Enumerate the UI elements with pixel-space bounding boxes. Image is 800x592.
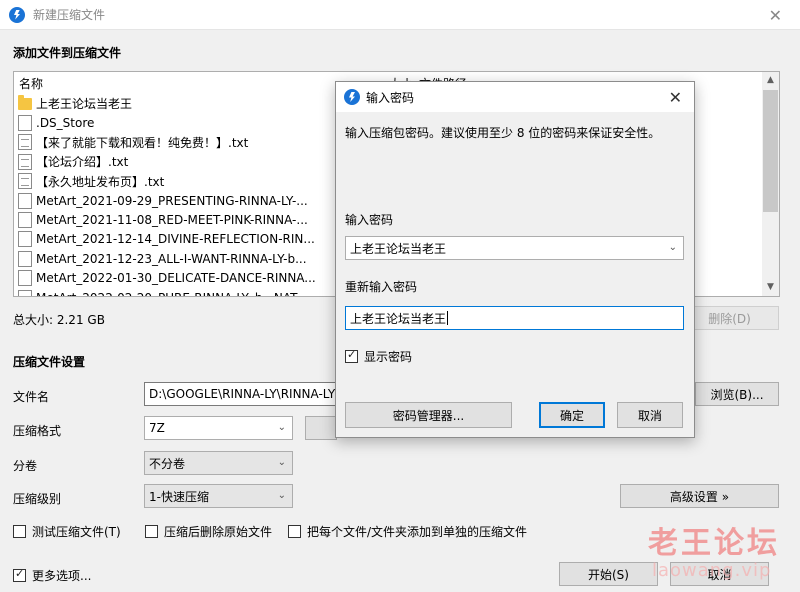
text-file-icon: [18, 173, 32, 190]
close-icon[interactable]: ✕: [669, 88, 682, 107]
chevron-down-icon: ⌄: [277, 422, 286, 433]
file-name: 【来了就能下载和观看！纯免费！】.txt: [36, 135, 249, 150]
password-value: 上老王论坛当老王: [350, 241, 447, 256]
split-label: 分卷: [13, 459, 38, 473]
level-select[interactable]: 1-快速压缩 ⌄: [144, 484, 293, 508]
split-value: 不分卷: [149, 456, 186, 471]
total-size: 总大小: 2.21 GB: [13, 313, 105, 327]
test-archive-checkbox[interactable]: 测试压缩文件(T): [13, 523, 121, 540]
file-name: 上老王论坛当老王: [36, 97, 133, 112]
start-button[interactable]: 开始(S): [559, 562, 658, 586]
checkbox-checked-icon: [13, 567, 26, 582]
file-icon: [18, 270, 32, 287]
file-name: MetArt_2021-09-29_PRESENTING-RINNA-LY-..…: [36, 193, 308, 208]
format-label: 压缩格式: [13, 424, 62, 438]
scroll-thumb[interactable]: [763, 90, 778, 212]
file-icon: [18, 250, 32, 267]
bandizip-app-icon: [9, 6, 25, 23]
more-options-checkbox[interactable]: 更多选项...: [13, 567, 91, 584]
file-name: MetArt_2021-11-08_RED-MEET-PINK-RINNA-..…: [36, 213, 308, 228]
advanced-settings-button[interactable]: 高级设置 »: [620, 484, 779, 508]
scroll-down-icon[interactable]: ▼: [762, 279, 779, 296]
file-name: 【永久地址发布页】.txt: [36, 174, 165, 189]
password-label: 输入密码: [345, 213, 394, 227]
file-icon: [18, 192, 32, 209]
watermark-logo: 老王论坛: [648, 526, 780, 561]
delete-after-label: 压缩后删除原始文件: [164, 525, 273, 539]
password-hint: 输入压缩包密码。建议使用至少 8 位的密码来保证安全性。: [345, 126, 661, 140]
format-value: 7Z: [149, 421, 165, 435]
chevron-down-icon: ⌄: [277, 490, 286, 501]
settings-heading: 压缩文件设置: [13, 355, 86, 369]
file-name: 【论坛介绍】.txt: [36, 155, 129, 170]
checkbox-checked-icon: [345, 348, 358, 363]
delete-after-checkbox[interactable]: 压缩后删除原始文件: [145, 523, 272, 540]
text-file-icon: [18, 134, 32, 151]
level-value: 1-快速压缩: [149, 489, 209, 504]
file-icon: [18, 115, 32, 132]
text-caret: [447, 311, 449, 325]
scroll-up-icon[interactable]: ▲: [762, 72, 779, 89]
show-password-label: 显示密码: [364, 350, 413, 364]
file-name: MetArt_2021-12-23_ALL-I-WANT-RINNA-LY-b.…: [36, 251, 307, 266]
password-dialog-titlebar: 输入密码 ✕: [336, 82, 694, 112]
title-bar: 新建压缩文件 ✕: [0, 0, 800, 30]
watermark-url: laowang.vip: [652, 560, 772, 581]
ok-button[interactable]: 确定: [539, 402, 605, 428]
level-label: 压缩级别: [13, 492, 62, 506]
checkbox-icon: [145, 525, 158, 538]
file-name: MetArt_2022-02-20_PURE-RINNA-LY_b...NAT: [36, 291, 297, 296]
filename-label: 文件名: [13, 390, 50, 404]
file-icon: [18, 289, 32, 296]
file-icon: [18, 212, 32, 229]
file-name: MetArt_2022-01-30_DELICATE-DANCE-RINNA..…: [36, 271, 316, 286]
checkbox-icon: [13, 525, 26, 538]
test-archive-label: 测试压缩文件(T): [32, 525, 121, 539]
confirm-password-input[interactable]: 上老王论坛当老王: [345, 306, 684, 330]
format-select[interactable]: 7Z ⌄: [144, 416, 293, 440]
confirm-password-value: 上老王论坛当老王: [350, 311, 447, 326]
bandizip-app-icon: [344, 89, 360, 105]
column-name-header[interactable]: 名称: [19, 75, 43, 92]
window-title: 新建压缩文件: [33, 8, 106, 22]
file-name: MetArt_2021-12-14_DIVINE-REFLECTION-RIN.…: [36, 232, 315, 247]
filename-input[interactable]: D:\GOOGLE\RINNA-LY\RINNA-LY: [144, 382, 340, 406]
close-icon[interactable]: ✕: [769, 6, 782, 25]
more-options-label: 更多选项...: [32, 569, 92, 583]
separate-archives-checkbox[interactable]: 把每个文件/文件夹添加到单独的压缩文件: [288, 523, 527, 540]
password-dialog-title: 输入密码: [366, 90, 415, 105]
split-select[interactable]: 不分卷 ⌄: [144, 451, 293, 475]
separate-archives-label: 把每个文件/文件夹添加到单独的压缩文件: [307, 525, 528, 539]
chevron-down-icon: ⌄: [277, 457, 286, 468]
password-cancel-button[interactable]: 取消: [617, 402, 683, 428]
file-name: .DS_Store: [36, 116, 95, 131]
confirm-password-label: 重新输入密码: [345, 280, 418, 294]
file-icon: [18, 231, 32, 248]
file-list-scrollbar[interactable]: ▲ ▼: [762, 72, 779, 296]
checkbox-icon: [288, 525, 301, 538]
browse-button[interactable]: 浏览(B)...: [695, 382, 779, 406]
format-options-button[interactable]: [305, 416, 337, 440]
show-password-checkbox[interactable]: 显示密码: [345, 348, 412, 365]
chevron-down-icon[interactable]: ⌄: [669, 242, 677, 253]
password-input[interactable]: 上老王论坛当老王 ⌄: [345, 236, 684, 260]
text-file-icon: [18, 153, 32, 170]
password-dialog: 输入密码 ✕ 输入压缩包密码。建议使用至少 8 位的密码来保证安全性。 输入密码…: [335, 81, 695, 438]
folder-icon: [18, 94, 32, 110]
password-manager-button[interactable]: 密码管理器...: [345, 402, 512, 428]
add-files-heading: 添加文件到压缩文件: [13, 46, 122, 60]
